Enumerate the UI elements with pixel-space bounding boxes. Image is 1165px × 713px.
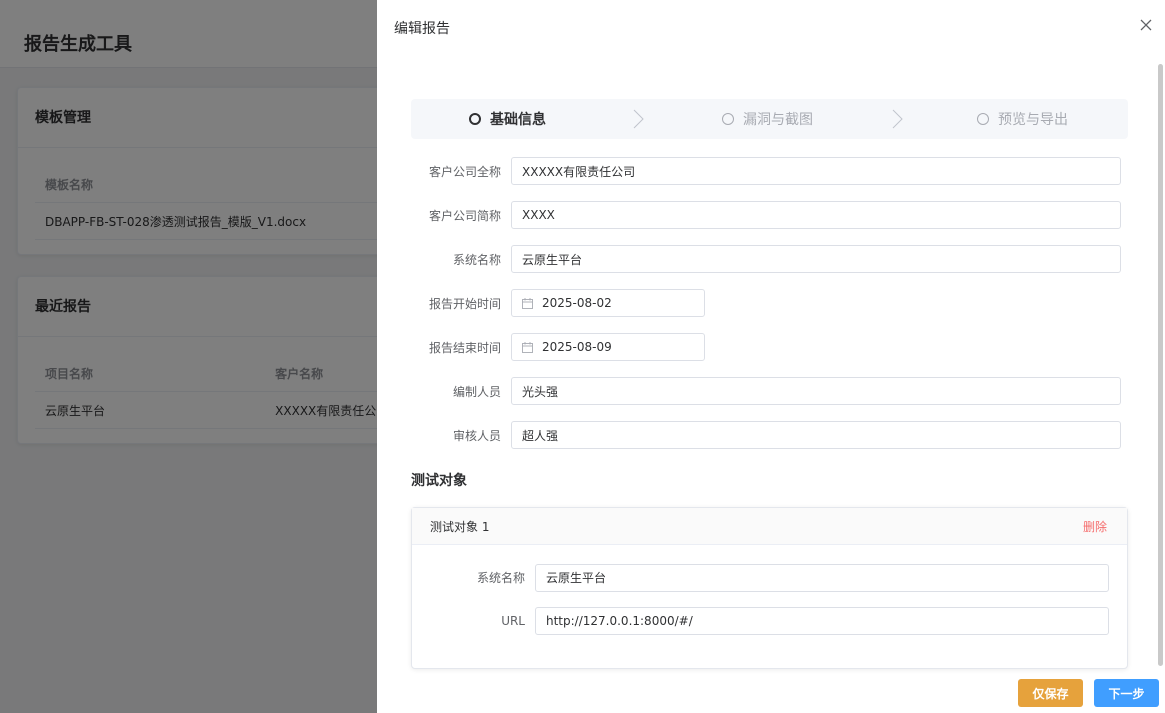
next-step-button[interactable]: 下一步 (1094, 679, 1159, 707)
reviewer-row: 审核人员 超人强 (411, 421, 1121, 449)
step-basic-info[interactable]: 基础信息 (469, 99, 546, 139)
test-object-card: 测试对象 1 删除 系统名称 云原生平台 URL http://127.0.0.… (411, 507, 1128, 669)
object-url-row: URL http://127.0.0.1:8000/#/ (412, 606, 1109, 635)
reviewer-value: 超人强 (522, 428, 559, 443)
system-name-value: 云原生平台 (522, 252, 583, 267)
object-system-name-row: 系统名称 云原生平台 (412, 563, 1109, 592)
system-name-label: 系统名称 (452, 252, 501, 267)
end-date-value: 2025-08-09 (542, 340, 612, 354)
object-system-name-label: 系统名称 (476, 571, 525, 585)
start-date-label: 报告开始时间 (428, 296, 501, 311)
company-full-value: XXXXX有限责任公司 (522, 164, 636, 179)
close-icon[interactable] (1137, 16, 1155, 34)
test-object-title: 测试对象 1 (430, 519, 490, 534)
reviewer-input[interactable]: 超人强 (511, 421, 1121, 449)
company-full-row: 客户公司全称 XXXXX有限责任公司 (411, 157, 1121, 185)
edit-report-drawer: 编辑报告 基础信息 漏洞与截图 预览与导出 客户公司全称 XXXXX有限责任公司… (377, 0, 1165, 713)
object-url-value: http://127.0.0.1:8000/#/ (546, 613, 693, 628)
start-date-picker[interactable]: 2025-08-02 (511, 289, 705, 317)
save-only-button[interactable]: 仅保存 (1018, 679, 1083, 707)
company-short-value: XXXX (522, 208, 555, 222)
step-circle-icon (469, 113, 481, 125)
drawer-scrollbar[interactable] (1158, 64, 1163, 666)
test-objects-heading: 测试对象 (411, 473, 467, 489)
step-label: 漏洞与截图 (743, 112, 813, 128)
company-short-row: 客户公司简称 XXXX (411, 201, 1121, 229)
company-short-label: 客户公司简称 (428, 208, 501, 223)
object-url-input[interactable]: http://127.0.0.1:8000/#/ (535, 606, 1109, 635)
steps-bar: 基础信息 漏洞与截图 预览与导出 (411, 99, 1128, 139)
chevron-right-icon (633, 109, 644, 129)
company-short-input[interactable]: XXXX (511, 201, 1121, 229)
calendar-icon (522, 297, 533, 309)
start-date-row: 报告开始时间 2025-08-02 (411, 289, 705, 317)
step-preview-export[interactable]: 预览与导出 (977, 99, 1068, 139)
calendar-icon (522, 341, 533, 353)
company-full-label: 客户公司全称 (428, 164, 501, 179)
start-date-value: 2025-08-02 (542, 296, 612, 310)
author-label: 编制人员 (452, 384, 501, 399)
step-label: 基础信息 (490, 112, 546, 128)
object-system-name-value: 云原生平台 (546, 571, 607, 585)
delete-button[interactable]: 删除 (1083, 518, 1107, 535)
end-date-row: 报告结束时间 2025-08-09 (411, 333, 705, 361)
step-circle-icon (722, 113, 734, 125)
object-system-name-input[interactable]: 云原生平台 (535, 563, 1109, 592)
company-full-input[interactable]: XXXXX有限责任公司 (511, 157, 1121, 185)
system-name-row: 系统名称 云原生平台 (411, 245, 1121, 273)
step-circle-icon (977, 113, 989, 125)
chevron-right-icon (892, 109, 903, 129)
system-name-input[interactable]: 云原生平台 (511, 245, 1121, 273)
step-label: 预览与导出 (998, 112, 1068, 128)
author-input[interactable]: 光头强 (511, 377, 1121, 405)
step-vulnerabilities[interactable]: 漏洞与截图 (722, 99, 813, 139)
reviewer-label: 审核人员 (452, 428, 501, 443)
end-date-picker[interactable]: 2025-08-09 (511, 333, 705, 361)
author-value: 光头强 (522, 384, 559, 399)
test-object-header: 测试对象 1 删除 (412, 508, 1127, 545)
drawer-title: 编辑报告 (394, 21, 450, 37)
end-date-label: 报告结束时间 (428, 340, 501, 355)
author-row: 编制人员 光头强 (411, 377, 1121, 405)
object-url-label: URL (501, 613, 525, 628)
